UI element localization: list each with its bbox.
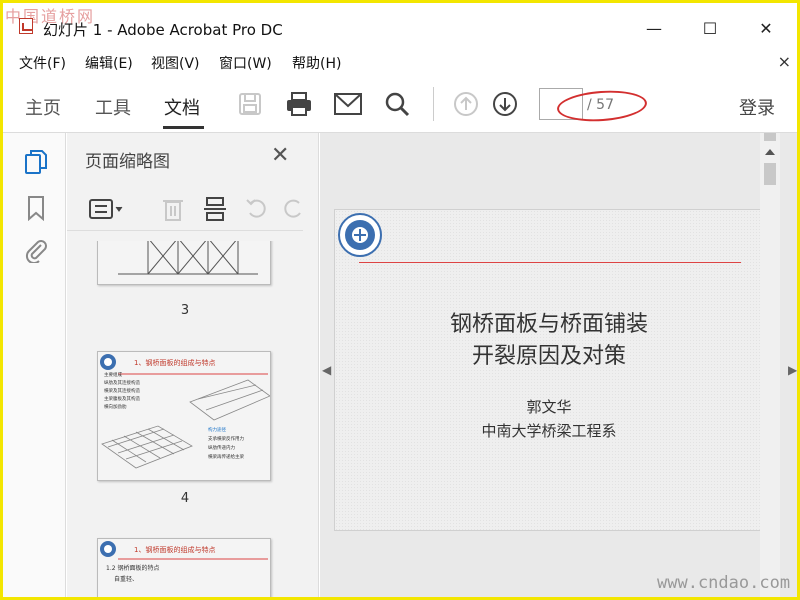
thumbnail-page-3[interactable] (97, 241, 271, 285)
options-menu-icon[interactable] (87, 195, 127, 223)
thumbnail-line: 构力途径 (208, 428, 226, 433)
next-page-icon[interactable] (491, 90, 519, 118)
thumbnail-line: 支承横梁反作用力 (208, 437, 244, 442)
slide-divider-line (359, 262, 741, 263)
thumbnail-line: 纵肋传递内力 (208, 446, 235, 451)
menu-file[interactable]: 文件(F) (19, 53, 66, 73)
thumbnail-line: 主要组成 (104, 373, 122, 378)
thumbnail-text-block: 主要组成 纵肋及其连接构造 横梁及其连接构造 主梁腹板及其构造 横向加劲肋 (104, 372, 140, 412)
search-icon[interactable] (383, 90, 411, 118)
window-title: 幻灯片 1 - Adobe Acrobat Pro DC (43, 21, 283, 39)
close-button[interactable]: ✕ (743, 13, 789, 43)
page-thumbnails-panel: 页面缩略图 ✕ 3 1、钢桥面板的组成与特点 主要组成 纵肋及其连接构造 横梁及… (67, 133, 371, 597)
thumbnail-page-5[interactable]: 1、钢桥面板的组成与特点 1.2 钢桥面板的特点 自重轻、 (97, 538, 271, 597)
thumbnail-line: 主梁腹板及其构造 (104, 397, 140, 402)
panel-toolbar (67, 187, 303, 231)
bookmark-icon[interactable] (23, 195, 49, 221)
slide-page: 钢桥面板与桥面铺装 开裂原因及对策 郭文华 中南大学桥梁工程系 (334, 209, 762, 531)
navigation-rail (3, 133, 66, 597)
thumbnail-list: 3 1、钢桥面板的组成与特点 主要组成 纵肋及其连接构造 横梁及其连接构造 主梁… (67, 241, 303, 597)
delete-icon[interactable] (159, 195, 187, 223)
thumbnail-line: 1.2 钢桥面板的特点 (106, 565, 160, 572)
toolbar-separator (433, 87, 434, 121)
rotate-right-icon[interactable] (279, 195, 307, 223)
acrobat-app-icon (19, 18, 33, 34)
document-viewer: ◀ 钢桥面板与桥面铺装 开裂原因及对策 郭文华 中南大学桥梁工程系 ▶ (320, 133, 797, 597)
menu-view[interactable]: 视图(V) (151, 53, 200, 73)
slide-title-line-1: 钢桥面板与桥面铺装 (449, 312, 648, 337)
thumbnail-heading: 1、钢桥面板的组成与特点 (134, 546, 216, 554)
watermark-url: www.cndao.com (657, 573, 791, 593)
panel-title: 页面缩略图 (85, 152, 170, 172)
slide-author: 郭文华 (526, 398, 572, 416)
slide-affiliation: 中南大学桥梁工程系 (481, 422, 617, 440)
panel-close-button[interactable]: ✕ (271, 143, 289, 168)
main-toolbar: 主页 工具 文档 / 57 登录 (3, 73, 797, 133)
thumbnail-heading: 1、钢桥面板的组成与特点 (134, 359, 216, 367)
save-icon[interactable] (236, 90, 264, 118)
menu-help[interactable]: 帮助(H) (292, 53, 341, 73)
maximize-button[interactable]: ☐ (687, 13, 733, 43)
slide-title-line-2: 开裂原因及对策 (471, 344, 626, 369)
close-document-button[interactable]: × (778, 52, 791, 71)
login-button[interactable]: 登录 (739, 94, 775, 120)
thumbnail-text-block: 1.2 钢桥面板的特点 自重轻、 (106, 563, 159, 585)
insert-page-icon[interactable] (201, 195, 229, 223)
thumbnail-line: 横梁再传递给主梁 (208, 455, 244, 460)
title-bar: 中国道桥网 幻灯片 1 - Adobe Acrobat Pro DC — ☐ ✕ (3, 3, 797, 47)
print-icon[interactable] (285, 90, 313, 118)
thumbnail-number: 3 (180, 303, 190, 318)
minimize-button[interactable]: — (631, 13, 677, 43)
prev-page-icon[interactable] (452, 90, 480, 118)
thumbnail-line: 自重轻、 (114, 576, 139, 583)
previous-page-arrow-icon[interactable]: ◀ (322, 363, 331, 377)
page-thumbnails-icon[interactable] (23, 149, 49, 175)
thumbnail-number: 4 (180, 491, 190, 506)
next-page-arrow-icon[interactable]: ▶ (788, 363, 797, 377)
tab-home[interactable]: 主页 (25, 94, 61, 120)
rotate-left-icon[interactable] (243, 195, 271, 223)
active-tab-indicator (163, 126, 204, 129)
thumbnail-page-4[interactable]: 1、钢桥面板的组成与特点 主要组成 纵肋及其连接构造 横梁及其连接构造 主梁腹板… (97, 351, 271, 481)
email-icon[interactable] (334, 90, 362, 118)
tab-tools[interactable]: 工具 (95, 94, 131, 120)
menu-bar: 文件(F) 编辑(E) 视图(V) 窗口(W) 帮助(H) × (3, 49, 797, 73)
tab-document[interactable]: 文档 (164, 94, 200, 120)
thumbnail-line: 横向加劲肋 (104, 405, 127, 410)
thumbnail-line: 纵肋及其连接构造 (104, 381, 140, 386)
attachment-icon[interactable] (23, 237, 49, 263)
menu-window[interactable]: 窗口(W) (219, 53, 272, 73)
menu-edit[interactable]: 编辑(E) (85, 53, 133, 73)
viewer-scrollbar[interactable] (760, 133, 780, 597)
university-logo (337, 212, 383, 258)
thumbnail-line: 横梁及其连接构造 (104, 389, 140, 394)
thumbnail-text-block-right: 构力途径 支承横梁反作用力 纵肋传递内力 横梁再传递给主梁 (208, 426, 244, 462)
acrobat-window: 中国道桥网 幻灯片 1 - Adobe Acrobat Pro DC — ☐ ✕… (3, 3, 797, 597)
